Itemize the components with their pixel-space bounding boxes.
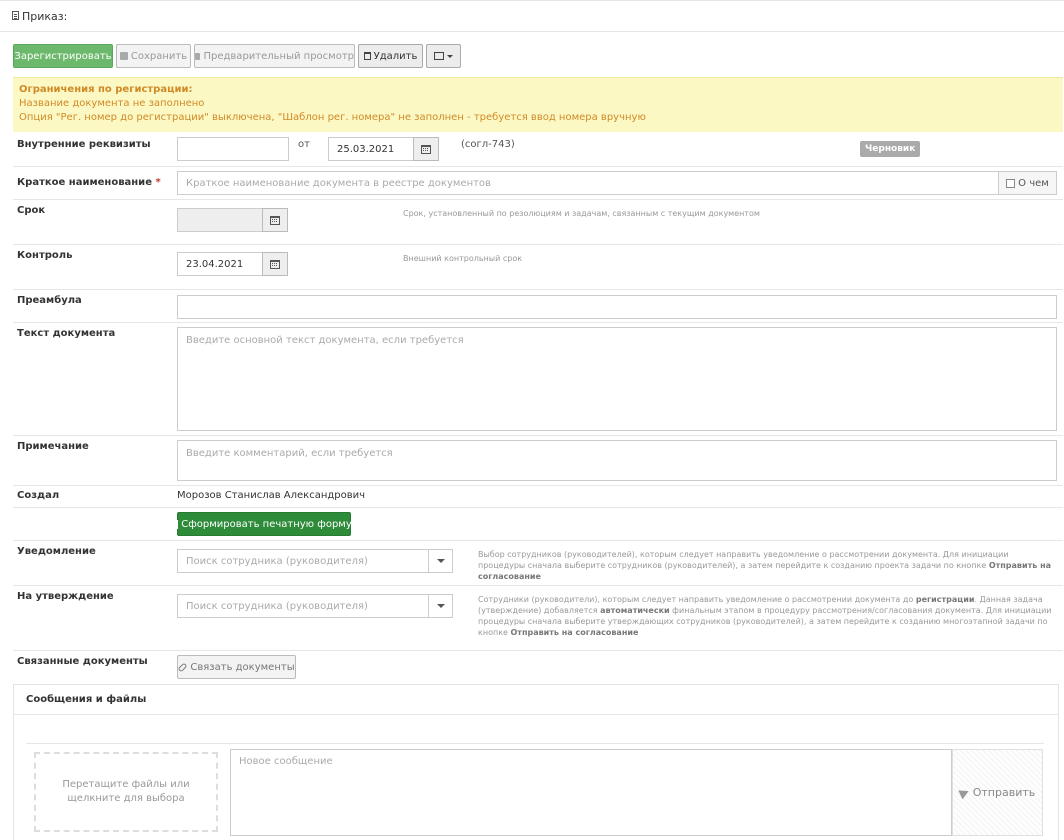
deadline-input (177, 208, 263, 232)
note-label: Примечание (17, 441, 89, 452)
document-icon (176, 519, 179, 529)
warning-line: Опция "Рег. номер до регистрации" выключ… (19, 112, 646, 123)
link-documents-button[interactable]: Связать документы (177, 655, 296, 679)
created-label: Создал (17, 490, 60, 501)
from-label: от (298, 139, 310, 150)
body-textarea[interactable]: Введите основной текст документа, если т… (177, 327, 1057, 431)
register-button[interactable]: Зарегистрировать (13, 44, 113, 68)
more-menu-button[interactable] (426, 44, 461, 68)
messages-header: Сообщения и файлы (14, 685, 1058, 715)
print-icon (195, 52, 201, 60)
paper-plane-icon (958, 786, 971, 799)
chevron-down-icon (428, 550, 452, 572)
calendar-icon (270, 215, 280, 225)
about-toggle[interactable]: О чем (998, 171, 1057, 195)
status-badge: Черновик (860, 141, 921, 157)
deadline-label: Срок (17, 205, 46, 216)
calendar-button[interactable] (262, 208, 288, 232)
internal-label: Внутренние реквизиты (17, 139, 151, 150)
calendar-icon (421, 144, 431, 154)
created-by: Морозов Станислав Александрович (177, 490, 366, 501)
control-label: Контроль (17, 250, 73, 261)
warning-title: Ограничения по регистрации: (19, 84, 193, 95)
approve-hint: Сотрудники (руководители), которым следу… (478, 595, 1052, 637)
notify-select[interactable]: Поиск сотрудника (руководителя) (177, 549, 453, 573)
control-hint: Внешний контрольный срок (403, 254, 523, 263)
floppy-icon (119, 52, 128, 60)
calendar-button[interactable] (262, 252, 288, 276)
preamble-input[interactable] (177, 295, 1057, 319)
approve-label: На утверждение (17, 591, 114, 602)
messages-title: Сообщения и файлы (26, 694, 147, 705)
document-icon (12, 11, 19, 20)
body-label: Текст документа (17, 328, 116, 339)
message-input[interactable]: Новое сообщение (230, 749, 952, 836)
notify-hint: Выбор сотрудников (руководителей), котор… (478, 550, 1051, 581)
list-icon (434, 52, 444, 60)
send-button[interactable]: Отправить (952, 749, 1043, 836)
short-name-input[interactable]: Краткое наименование документа в реестре… (177, 171, 999, 195)
print-form-button[interactable]: Сформировать печатную форму (176, 512, 352, 536)
control-date-input[interactable]: 23.04.2021 (177, 252, 263, 276)
preview-button[interactable]: Предварительный просмотр (194, 44, 355, 68)
deadline-hint: Срок, установленный по резолюциям и зада… (403, 209, 760, 218)
chevron-down-icon (447, 54, 453, 58)
link-icon (177, 662, 188, 672)
note-textarea[interactable]: Введите комментарий, если требуется (177, 440, 1057, 481)
calendar-icon (270, 259, 280, 269)
trash-icon (363, 52, 371, 60)
notify-label: Уведомление (17, 546, 96, 557)
file-dropzone[interactable]: Перетащите файлы или щелкните для выбора (34, 752, 218, 832)
chevron-down-icon (428, 595, 452, 617)
registration-warning: Ограничения по регистрации: Название док… (13, 77, 1063, 132)
divider (26, 743, 1044, 744)
warning-line: Название документа не заполнено (19, 98, 205, 109)
preamble-label: Преамбула (17, 295, 82, 306)
save-button[interactable]: Сохранить (116, 44, 191, 68)
internal-date-input[interactable]: 25.03.2021 (328, 137, 414, 161)
delete-button[interactable]: Удалить (358, 44, 423, 68)
header-bar: Приказ: (0, 0, 1064, 32)
internal-number-input[interactable] (177, 137, 289, 161)
short-name-label: Краткое наименование * (17, 177, 161, 188)
approve-select[interactable]: Поиск сотрудника (руководителя) (177, 594, 453, 618)
page-title: Приказ: (22, 10, 68, 23)
about-checkbox[interactable] (1006, 178, 1016, 188)
approval-code: (согл-743) (461, 139, 515, 150)
linked-label: Связанные документы (17, 656, 148, 667)
calendar-button[interactable] (413, 137, 439, 161)
